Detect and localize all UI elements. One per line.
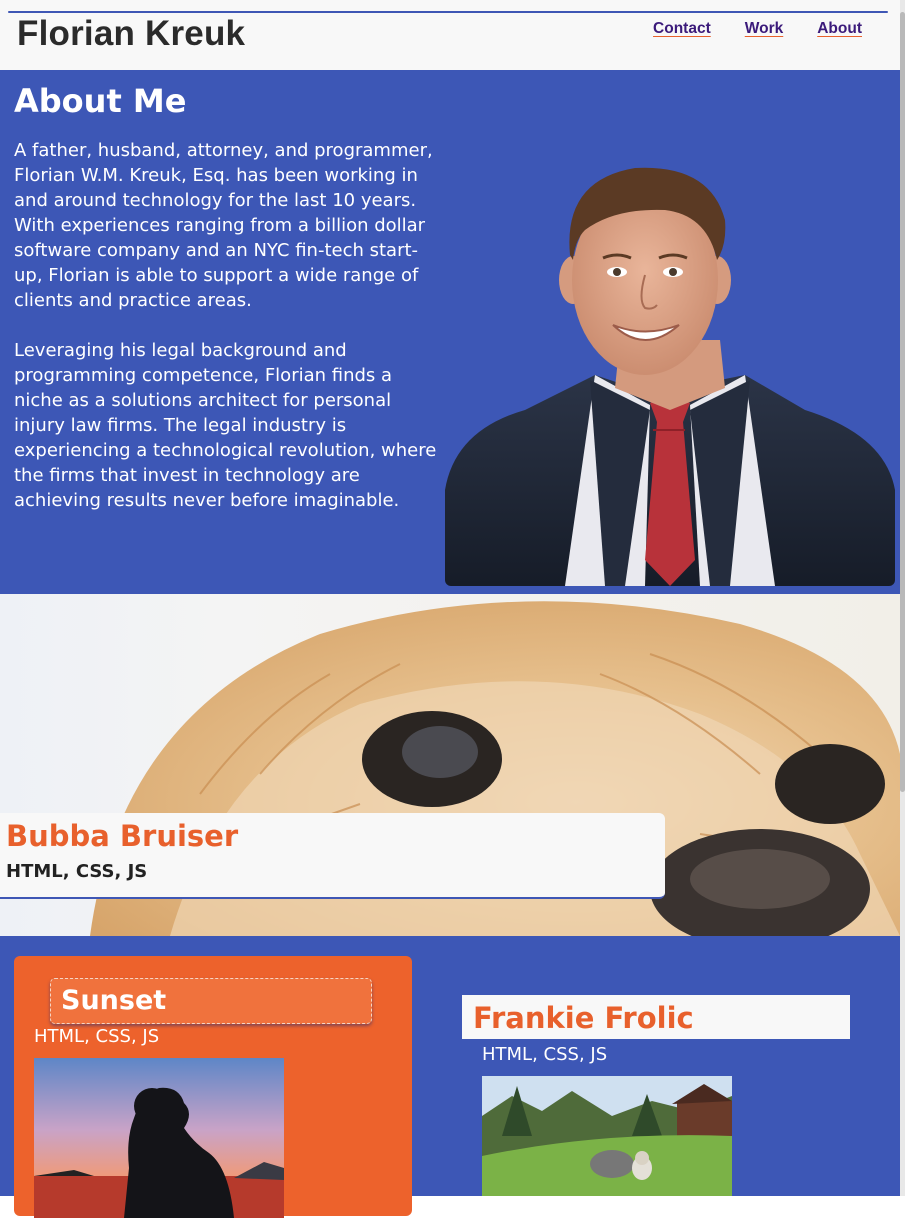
about-heading: About Me	[14, 82, 187, 120]
work-section: Sunset HTML, CSS, JS Frankie Frolic HTML…	[0, 936, 900, 1218]
nav-link-contact[interactable]: Contact	[653, 20, 711, 38]
site-title: Florian Kreuk	[17, 14, 246, 53]
frankie-photo[interactable]	[482, 1076, 732, 1196]
project-bubba-bruiser[interactable]: Bubba Bruiser HTML, CSS, JS	[0, 594, 900, 936]
frankie-label-box: Frankie Frolic	[462, 995, 850, 1039]
bubba-tech-stack: HTML, CSS, JS	[6, 861, 148, 882]
bubba-title[interactable]: Bubba Bruiser	[6, 819, 238, 853]
frankie-dog-photo	[482, 1076, 732, 1196]
nav-link-work[interactable]: Work	[745, 20, 783, 38]
frankie-tech-stack: HTML, CSS, JS	[482, 1044, 608, 1065]
about-section: About Me A father, husband, attorney, an…	[0, 70, 900, 594]
site-header: Florian Kreuk Contact Work About	[0, 0, 900, 70]
project-sunset-card[interactable]: Sunset HTML, CSS, JS	[14, 956, 412, 1218]
about-paragraph-1: A father, husband, attorney, and program…	[14, 140, 433, 311]
scrollbar-thumb[interactable]	[900, 12, 905, 792]
vertical-scrollbar[interactable]	[900, 0, 905, 1196]
main-nav: Contact Work About	[653, 20, 862, 38]
nav-link-about[interactable]: About	[817, 20, 862, 38]
sunset-tech-stack: HTML, CSS, JS	[34, 1026, 160, 1047]
portrait-illustration	[445, 167, 895, 586]
bubba-caption-card: Bubba Bruiser HTML, CSS, JS	[0, 813, 665, 899]
sunset-title[interactable]: Sunset	[61, 985, 166, 1016]
about-paragraph-2: Leveraging his legal background and prog…	[14, 340, 437, 511]
frankie-title[interactable]: Frankie Frolic	[473, 1001, 694, 1035]
header-accent-line	[8, 11, 888, 13]
sunset-photo[interactable]	[34, 1058, 284, 1218]
portrait-photo	[445, 160, 895, 586]
sunset-dog-photo	[34, 1058, 284, 1218]
sunset-label-box: Sunset	[50, 978, 372, 1024]
